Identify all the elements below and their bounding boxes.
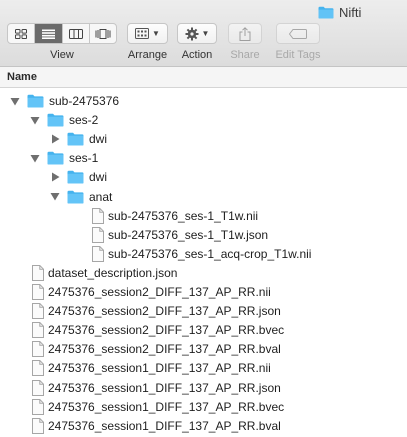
file-row[interactable]: 2475376_session2_DIFF_137_AP_RR.json <box>0 302 407 321</box>
folder-row[interactable]: ses-2 <box>0 111 407 130</box>
chevron-down-icon: ▼ <box>152 29 160 38</box>
file-row[interactable]: 2475376_session1_DIFF_137_AP_RR.bvec <box>0 398 407 417</box>
gear-icon <box>185 27 199 40</box>
file-icon <box>32 417 44 434</box>
item-name: 2475376_session2_DIFF_137_AP_RR.json <box>48 304 281 319</box>
arrange-button[interactable]: ▼ <box>127 23 168 44</box>
share-label: Share <box>230 49 260 61</box>
file-icon <box>32 341 44 358</box>
folder-row[interactable]: ses-1 <box>0 149 407 168</box>
disclosure-expanded-icon[interactable] <box>30 115 40 125</box>
view-label: View <box>50 49 74 61</box>
name-column-label: Name <box>7 71 37 83</box>
share-button[interactable] <box>228 23 262 44</box>
file-icon <box>32 322 44 339</box>
folder-row[interactable]: sub-2475376 <box>0 92 407 111</box>
item-name: 2475376_session2_DIFF_137_AP_RR.nii <box>48 285 271 299</box>
folder-row[interactable]: dwi <box>0 168 407 187</box>
edit-tags-button[interactable] <box>276 23 320 44</box>
folder-icon <box>318 6 334 18</box>
item-name: sub-2475376_ses-1_T1w.nii <box>108 208 259 223</box>
folder-icon <box>67 132 84 146</box>
item-name: dataset_description.json <box>48 265 178 280</box>
file-row[interactable]: 2475376_session1_DIFF_137_AP_RR.nii <box>0 359 407 378</box>
action-button[interactable]: ▼ <box>177 23 217 44</box>
item-name: ses-2 <box>69 113 99 128</box>
file-row[interactable]: sub-2475376_ses-1_T1w.json <box>0 226 407 245</box>
file-icon <box>32 264 44 281</box>
item-name: 2475376_session2_DIFF_137_AP_RR.bval <box>48 342 281 357</box>
arrange-grid-icon <box>135 28 150 39</box>
disclosure-expanded-icon[interactable] <box>30 153 40 163</box>
icon-view-icon <box>15 28 28 39</box>
file-row[interactable]: 2475376_session2_DIFF_137_AP_RR.bvec <box>0 321 407 340</box>
file-icon <box>32 360 44 377</box>
toolbar: Nifti View ▼ Arrange ▼ Action Share Edit… <box>0 0 407 67</box>
action-label: Action <box>181 49 213 61</box>
folder-icon <box>67 190 84 204</box>
item-name: anat <box>89 189 113 204</box>
folder-row[interactable]: dwi <box>0 130 407 149</box>
file-icon <box>32 284 44 300</box>
share-icon <box>239 26 251 41</box>
item-name: dwi <box>89 170 108 185</box>
file-icon <box>32 398 44 415</box>
name-column-header[interactable]: Name <box>0 67 407 88</box>
folder-row[interactable]: anat <box>0 188 407 207</box>
file-row[interactable]: dataset_description.json <box>0 264 407 283</box>
cover-flow-icon <box>95 28 111 39</box>
list-view-icon <box>41 29 55 39</box>
arrange-label: Arrange <box>127 49 168 61</box>
chevron-down-icon: ▼ <box>201 29 210 38</box>
file-row[interactable]: 2475376_session1_DIFF_137_AP_RR.bval <box>0 417 407 436</box>
folder-icon <box>27 94 44 108</box>
column-view-icon <box>68 28 83 39</box>
item-name: sub-2475376_ses-1_acq-crop_T1w.nii <box>108 246 312 261</box>
file-icon <box>92 226 104 243</box>
item-name: sub-2475376 <box>49 94 120 108</box>
disclosure-collapsed-icon[interactable] <box>50 172 60 182</box>
icon-view-button[interactable] <box>8 24 36 43</box>
edit-tags-label: Edit Tags <box>275 49 321 61</box>
file-icon <box>32 303 44 320</box>
column-view-button[interactable] <box>63 24 90 43</box>
folder-icon <box>67 170 84 184</box>
item-name: 2475376_session2_DIFF_137_AP_RR.bvec <box>48 323 285 338</box>
tag-icon <box>289 28 307 39</box>
disclosure-collapsed-icon[interactable] <box>50 134 60 144</box>
cover-flow-button[interactable] <box>90 24 116 43</box>
window-title: Nifti <box>318 3 361 21</box>
item-name: 2475376_session1_DIFF_137_AP_RR.nii <box>48 361 271 376</box>
file-row[interactable]: 2475376_session1_DIFF_137_AP_RR.json <box>0 379 407 398</box>
file-icon <box>92 245 104 262</box>
list-view-button[interactable] <box>35 24 63 43</box>
disclosure-expanded-icon[interactable] <box>10 96 20 106</box>
folder-icon <box>47 113 64 127</box>
folder-icon <box>47 151 64 165</box>
file-icon <box>32 379 44 396</box>
disclosure-expanded-icon[interactable] <box>50 192 60 202</box>
file-row[interactable]: 2475376_session2_DIFF_137_AP_RR.nii <box>0 283 407 302</box>
file-row[interactable]: sub-2475376_ses-1_acq-crop_T1w.nii <box>0 245 407 264</box>
window-title-text: Nifti <box>339 4 362 20</box>
item-name: dwi <box>89 132 108 147</box>
file-icon <box>92 207 104 224</box>
view-mode-control[interactable] <box>7 23 117 44</box>
item-name: 2475376_session1_DIFF_137_AP_RR.json <box>48 380 281 395</box>
item-name: 2475376_session1_DIFF_137_AP_RR.bval <box>48 418 281 433</box>
item-name: sub-2475376_ses-1_T1w.json <box>108 227 269 242</box>
file-row[interactable]: 2475376_session2_DIFF_137_AP_RR.bval <box>0 340 407 359</box>
item-name: 2475376_session1_DIFF_137_AP_RR.bvec <box>48 399 285 414</box>
file-row[interactable]: sub-2475376_ses-1_T1w.nii <box>0 207 407 226</box>
item-name: ses-1 <box>69 151 99 166</box>
